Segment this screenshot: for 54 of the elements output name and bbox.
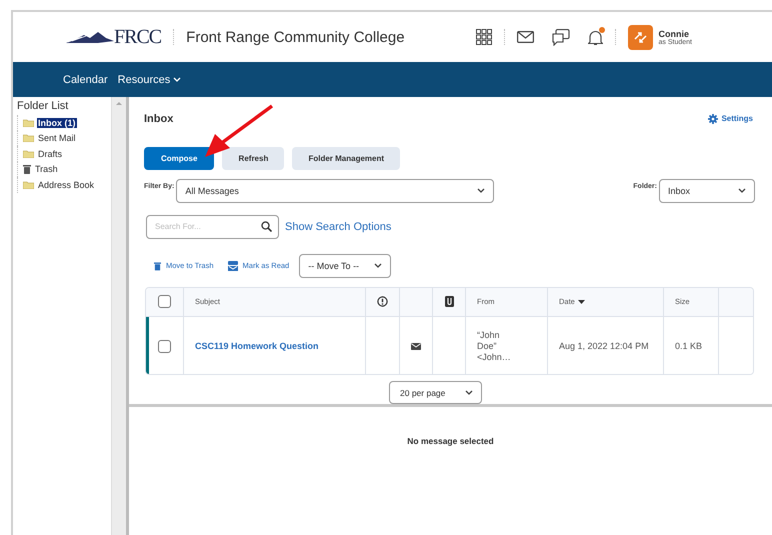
folder-item[interactable]: Sent Mail [37, 133, 77, 144]
scrollbar[interactable] [111, 97, 126, 535]
search-field[interactable]: Search For... [146, 214, 279, 239]
chevron-down-icon [477, 188, 486, 194]
move-to-dropdown[interactable]: -- Move To -- [299, 254, 392, 278]
select-all-checkbox[interactable] [158, 295, 171, 308]
folder-item[interactable]: Inbox (1) [37, 118, 76, 128]
message-row[interactable]: CSC119 Homework Question “John Doe” <John… Aug 1, 2022 12:04 PM 0.1 KB [146, 316, 753, 374]
empty-preview-message: No message selected [407, 436, 494, 448]
exclamation-circle-icon[interactable] [377, 296, 388, 308]
college-name: Front Range Community College [186, 28, 405, 46]
nav-link[interactable]: Resources [118, 74, 182, 86]
folder-icon [23, 134, 34, 142]
folder-icon [23, 118, 34, 127]
date-text: Aug 1, 2022 12:04 PM [559, 341, 649, 352]
envelope-icon [411, 342, 421, 350]
mountain-logo-icon [66, 30, 114, 44]
role-switch-icon[interactable] [628, 24, 653, 50]
apps-grid-icon[interactable] [476, 29, 492, 45]
settings-icon [708, 114, 718, 124]
user-name: Connie [658, 28, 690, 38]
logo-text: FRCC [114, 26, 162, 48]
size-text: 0.1 KB [675, 341, 702, 352]
folder-icon [23, 150, 34, 158]
bell-icon[interactable] [588, 28, 603, 46]
folder-item[interactable]: Drafts [37, 148, 64, 159]
chevron-down-icon [465, 390, 473, 396]
row-checkbox[interactable] [158, 340, 171, 353]
toolbar-button[interactable]: Folder Management [292, 146, 400, 170]
sort-down-icon [578, 300, 585, 304]
page-title: Inbox [144, 112, 174, 125]
mail-icon[interactable] [516, 31, 534, 43]
folder-icon [23, 180, 34, 189]
per-page-dropdown[interactable]: 20 per page [389, 381, 482, 404]
search-icon[interactable] [261, 220, 272, 232]
settings-link[interactable]: Settings [708, 114, 753, 124]
chat-icon[interactable] [552, 28, 570, 46]
trash-icon [23, 164, 31, 174]
trash-icon [154, 260, 161, 271]
folder-dropdown[interactable]: Inbox [659, 178, 755, 203]
folder-item[interactable]: Address Book [37, 180, 96, 190]
paperclip-icon[interactable] [444, 296, 454, 308]
toolbar-button[interactable]: Refresh [222, 146, 284, 170]
envelope-stack-icon [228, 260, 238, 271]
folder-item[interactable]: Trash [34, 164, 59, 174]
sender-text: “John Doe” <John… [477, 330, 512, 363]
chevron-down-icon [738, 188, 746, 194]
subject-link[interactable]: CSC119 Homework Question [195, 341, 319, 352]
nav-link[interactable]: Calendar [63, 74, 108, 86]
filter-dropdown[interactable]: All Messages [176, 178, 494, 203]
search-options-link[interactable]: Show Search Options [285, 220, 392, 233]
toolbar-button[interactable]: Compose [144, 146, 214, 170]
chevron-down-icon [374, 263, 382, 268]
folder-list-title: Folder List [17, 100, 70, 112]
